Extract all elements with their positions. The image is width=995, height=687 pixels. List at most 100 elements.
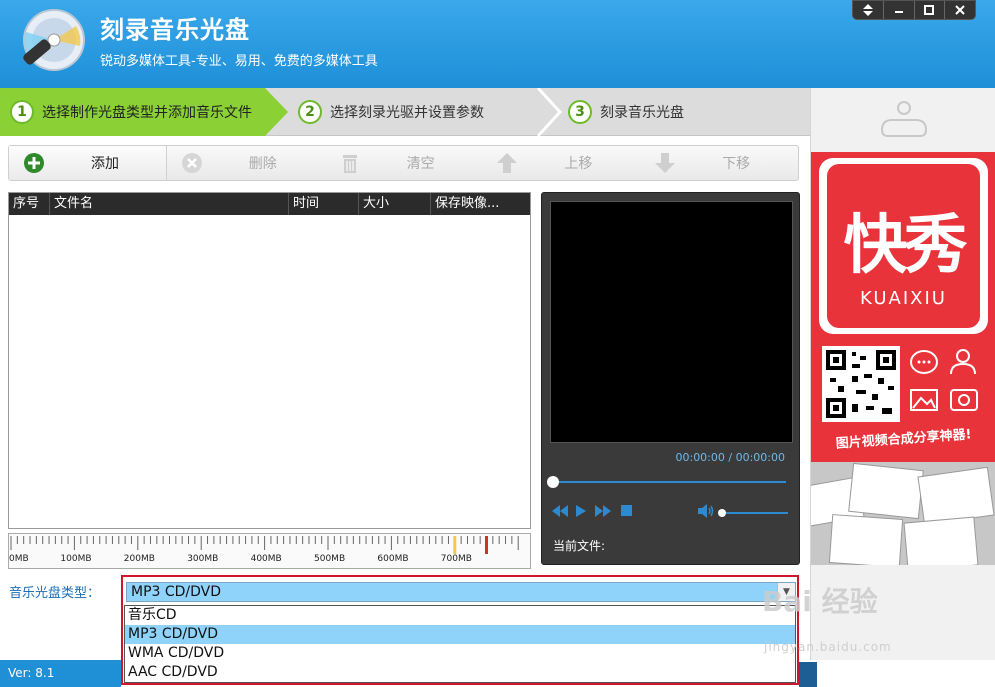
current-file-label: 当前文件: xyxy=(553,539,606,553)
delete-button[interactable]: 删除 xyxy=(167,146,325,180)
title-bar: 刻录音乐光盘 锐动多媒体工具-专业、易用、免费的多媒体工具 xyxy=(0,0,995,88)
fast-forward-button[interactable] xyxy=(595,505,611,521)
add-button[interactable]: 添加 xyxy=(9,146,167,180)
step-3-label: 刻录音乐光盘 xyxy=(600,105,684,121)
add-label: 添加 xyxy=(91,156,119,172)
capacity-ruler: 0MB 100MB 200MB 300MB 400MB 500MB 600MB 700MB xyxy=(8,533,531,569)
move-down-button[interactable]: 下移 xyxy=(640,146,798,180)
photo-collage-icon xyxy=(811,462,995,565)
step-3-number: 3 xyxy=(568,100,592,124)
qr-code-icon xyxy=(822,346,900,422)
play-button[interactable] xyxy=(575,505,587,521)
ad-brand-cn: 快秀 xyxy=(843,209,968,283)
disc-torch-logo-icon xyxy=(23,9,85,71)
volume-knob[interactable] xyxy=(718,509,726,517)
ruler-label: 600MB xyxy=(377,554,409,564)
video-screen xyxy=(550,201,793,443)
step-2-number: 2 xyxy=(298,100,322,124)
ad-feature-icons xyxy=(910,349,978,411)
app-title: 刻录音乐光盘 xyxy=(100,16,250,44)
disc-type-highlight: MP3 CD/DVD ▼ 音乐CD MP3 CD/DVD WMA CD/DVD AAC… xyxy=(121,575,799,685)
step-2-label: 选择刻录光驱并设置参数 xyxy=(330,105,484,121)
ruler-label: 100MB xyxy=(60,554,92,564)
disc-type-option[interactable]: 音乐CD xyxy=(125,606,795,625)
move-up-button[interactable]: 上移 xyxy=(482,146,640,180)
minimize-icon xyxy=(894,11,903,13)
disc-type-label: 音乐光盘类型： xyxy=(9,586,101,601)
stop-button[interactable] xyxy=(621,505,632,520)
trash-icon xyxy=(342,155,357,173)
preview-player: 00:00:00 / 00:00:00 当前文件: xyxy=(541,192,800,565)
step-1-label: 选择制作光盘类型并添加音乐文件 xyxy=(42,105,252,121)
ruler-label: 200MB xyxy=(123,554,155,564)
ruler-label: 700MB xyxy=(440,554,472,564)
col-filename[interactable]: 文件名 xyxy=(50,193,289,215)
seek-bar[interactable] xyxy=(547,476,786,488)
clear-button[interactable]: 清空 xyxy=(325,146,483,180)
fast-forward-icon xyxy=(595,505,611,517)
play-icon xyxy=(576,505,586,517)
col-save-image[interactable]: 保存映像... xyxy=(431,193,530,215)
col-duration[interactable]: 时间 xyxy=(289,193,359,215)
close-icon xyxy=(955,5,965,15)
col-size[interactable]: 大小 xyxy=(359,193,431,215)
stop-icon xyxy=(621,505,632,516)
minimize-button[interactable] xyxy=(884,1,915,19)
step-2[interactable]: 2 选择刻录光驱并设置参数 xyxy=(298,88,484,136)
arrow-up-icon xyxy=(497,153,518,173)
ad-logo-frame: 快秀 KUAIXIU xyxy=(819,158,988,334)
file-toolbar: 添加 删除 清空 上移 下移 xyxy=(8,145,799,181)
volume-button[interactable] xyxy=(698,504,716,522)
ad-logo: 快秀 KUAIXIU xyxy=(827,164,980,328)
disc-type-option[interactable]: WMA CD/DVD xyxy=(125,644,795,663)
move-up-label: 上移 xyxy=(564,156,593,172)
ad-slogan: 图片视频合成分享神器! xyxy=(835,427,972,452)
list-header: 序号 文件名 时间 大小 保存映像... xyxy=(9,193,530,215)
step-1[interactable]: 1 选择制作光盘类型并添加音乐文件 xyxy=(0,88,288,136)
menu-dropdown-button[interactable] xyxy=(853,1,884,19)
rewind-button[interactable] xyxy=(552,505,568,521)
window-controls xyxy=(852,0,976,20)
delete-label: 删除 xyxy=(248,156,277,172)
delete-icon xyxy=(181,153,202,173)
disc-type-options: 音乐CD MP3 CD/DVD WMA CD/DVD AAC CD/DVD xyxy=(124,605,796,683)
app-subtitle: 锐动多媒体工具-专业、易用、免费的多媒体工具 xyxy=(100,54,378,69)
ruler-label: 0MB xyxy=(9,554,29,564)
user-icon[interactable] xyxy=(876,96,932,140)
ad-panel: 快秀 KUAIXIU 图片视频合成分享神器! xyxy=(810,88,995,660)
rewind-icon xyxy=(552,505,568,517)
disc-type-option[interactable]: AAC CD/DVD xyxy=(125,663,795,682)
capacity-marker-red xyxy=(485,536,488,554)
ruler-label: 500MB xyxy=(314,554,346,564)
baidu-watermark: Bai 经验 xyxy=(762,585,878,618)
maximize-icon xyxy=(924,5,935,15)
capacity-marker-yellow xyxy=(453,536,457,554)
seek-knob[interactable] xyxy=(547,476,559,488)
music-file-list[interactable]: 序号 文件名 时间 大小 保存映像... xyxy=(8,192,531,529)
playback-time: 00:00:00 / 00:00:00 xyxy=(675,451,785,464)
baidu-watermark-url: jingyan.baidu.com xyxy=(764,640,892,654)
move-down-label: 下移 xyxy=(722,156,751,172)
volume-slider[interactable] xyxy=(718,509,788,517)
disc-type-option[interactable]: MP3 CD/DVD xyxy=(125,625,795,644)
arrow-down-icon xyxy=(655,153,676,173)
step-1-number: 1 xyxy=(10,100,34,124)
speaker-icon xyxy=(698,504,714,518)
kuaixiu-ad[interactable]: 快秀 KUAIXIU 图片视频合成分享神器! xyxy=(811,152,995,565)
status-bar-right xyxy=(799,662,817,687)
step-3[interactable]: 3 刻录音乐光盘 xyxy=(568,88,684,136)
disc-type-selected: MP3 CD/DVD xyxy=(131,584,222,600)
maximize-button[interactable] xyxy=(915,1,946,19)
wizard-steps: 1 选择制作光盘类型并添加音乐文件 2 选择刻录光驱并设置参数 3 刻录音乐光盘 xyxy=(0,88,810,136)
clear-label: 清空 xyxy=(406,156,435,172)
add-icon xyxy=(24,153,44,173)
chevron-right-icon xyxy=(536,88,563,136)
close-button[interactable] xyxy=(945,1,975,19)
ruler-label: 400MB xyxy=(250,554,282,564)
ad-brand-en: KUAIXIU xyxy=(860,288,947,309)
updown-arrow-icon xyxy=(862,4,873,16)
version-status: Ver: 8.1 xyxy=(0,660,121,687)
col-index[interactable]: 序号 xyxy=(9,193,50,215)
disc-type-select[interactable]: MP3 CD/DVD ▼ xyxy=(126,582,796,602)
ruler-label: 300MB xyxy=(187,554,219,564)
